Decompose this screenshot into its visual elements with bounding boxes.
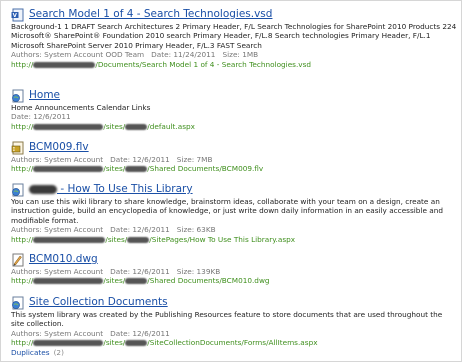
search-result-1: V Search Model 1 of 4 - Search Technolog…: [11, 6, 457, 69]
result-description: This system library was created by the P…: [11, 310, 443, 329]
redacted-host: [33, 166, 104, 173]
result-description: You can use this wiki library to share k…: [11, 197, 444, 225]
visio-file-icon: V: [11, 7, 25, 22]
result-metadata: Authors: System Account Date: 12/6/2011 Si…: [11, 155, 213, 164]
redacted-site: [125, 340, 148, 347]
result-url: http:///sites//Shared Documents/BCM009.f…: [11, 164, 264, 174]
duplicates-count: (2): [53, 347, 64, 357]
search-results-panel: V Search Model 1 of 4 - Search Technolog…: [0, 0, 462, 362]
redacted-site: [125, 278, 148, 285]
drawing-file-icon: [11, 252, 25, 267]
svg-text:V: V: [13, 13, 18, 19]
result-metadata: Date: 12/6/2011: [11, 112, 71, 122]
redacted-host: [33, 123, 104, 130]
result-title-link[interactable]: - How To Use This Library: [29, 182, 193, 196]
redacted-site: [127, 236, 150, 243]
result-metadata: Authors: System Account Date: 12/6/2011 Si…: [11, 267, 221, 276]
result-title-link[interactable]: Site Collection Documents: [29, 295, 168, 309]
result-url: http:///Documents/Search Model 1 of 4 - …: [11, 59, 312, 69]
redacted-host: [33, 61, 96, 68]
result-title-link[interactable]: BCM010.dwg: [29, 252, 98, 266]
result-metadata: Authors: System Account Date: 12/6/2011 Si…: [11, 225, 216, 235]
search-result-6: Site Collection Documents This system li…: [11, 294, 457, 357]
redacted-host: [33, 236, 106, 243]
result-url: http:///sites//Shared Documents/BCM010.d…: [11, 276, 270, 286]
result-title-link[interactable]: Search Model 1 of 4 - Search Technologie…: [29, 7, 272, 21]
result-metadata: Authors: System Account OOD Team Date: 11…: [11, 50, 259, 60]
redacted-host: [33, 278, 104, 285]
web-page-icon: [11, 88, 25, 103]
redacted-host: [33, 340, 104, 347]
search-result-2: Home Home Announcements Calendar Links D…: [11, 87, 457, 131]
web-page-icon: [11, 295, 25, 310]
result-url: http:///sites//SiteCollectionDocuments/F…: [11, 338, 318, 348]
duplicates-link[interactable]: Duplicates: [11, 348, 50, 357]
video-file-icon: [11, 140, 25, 155]
search-result-5: BCM010.dwg Authors: System Account Date: …: [11, 251, 457, 286]
web-page-icon: [11, 182, 25, 197]
redacted-site-title: [29, 184, 57, 194]
result-metadata: Authors: System Account Date: 12/6/2011: [11, 328, 170, 338]
result-url: http:///sites//SitePages/How To Use This…: [11, 234, 296, 244]
redacted-site: [125, 166, 148, 173]
result-url: http:///sites//default.aspx: [11, 121, 195, 131]
result-description: Home Announcements Calendar Links: [11, 103, 151, 112]
search-result-4: - How To Use This Library You can use th…: [11, 181, 457, 244]
result-title-link[interactable]: Home: [29, 88, 60, 102]
duplicates-row: Duplicates (2): [11, 348, 457, 357]
search-result-3: BCM009.flv Authors: System Account Date: …: [11, 139, 457, 174]
result-description: Background-1 1 DRAFT Search Architecture…: [11, 22, 457, 50]
redacted-site: [125, 123, 148, 130]
result-title-link[interactable]: BCM009.flv: [29, 140, 89, 154]
